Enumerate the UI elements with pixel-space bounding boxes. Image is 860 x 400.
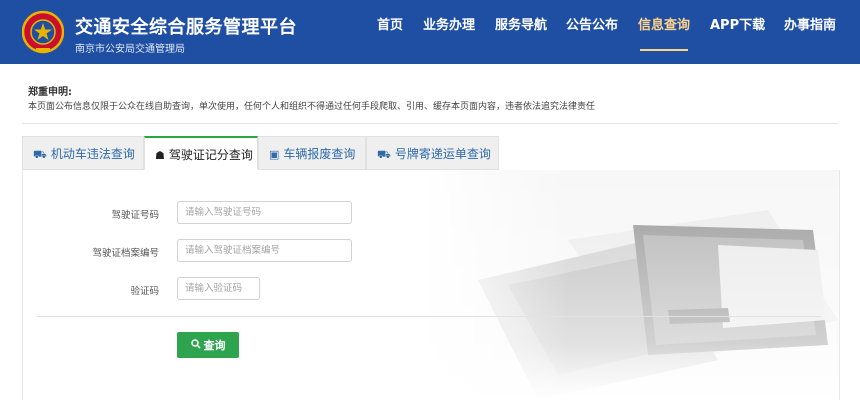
nav-app-download[interactable]: APP下载 [710, 0, 765, 64]
query-form-panel: 驾驶证号码 驾驶证档案编号 验证码 查询 [22, 170, 840, 400]
nav-announcements[interactable]: 公告公布 [566, 0, 618, 64]
tab-vehicle-violation[interactable]: ⛟ 机动车违法查询 [22, 136, 144, 170]
person-icon: ☗ [155, 149, 165, 162]
main-nav: 首页 业务办理 服务导航 公告公布 信息查询 APP下载 办事指南 [360, 0, 860, 64]
disclaimer-title: 郑重申明: [28, 87, 72, 98]
nav-info-query-label: 信息查询 [638, 18, 691, 33]
nav-active-indicator [640, 49, 689, 51]
nav-info-query[interactable]: 信息查询 [638, 0, 690, 64]
file-number-label: 驾驶证档案编号 [92, 248, 159, 259]
license-number-input[interactable] [177, 201, 352, 224]
tab-plate-delivery[interactable]: ⛟ 号牌寄递运单查询 [366, 136, 499, 170]
captcha-input[interactable] [177, 277, 260, 300]
query-tabs: ⛟ 机动车违法查询 ☗ 驾驶证记分查询 ▣ 车辆报废查询 ⛟ 号牌寄递运单查询 [22, 136, 840, 170]
license-number-label: 驾驶证号码 [111, 210, 159, 221]
nav-service-guide[interactable]: 服务导航 [495, 0, 547, 64]
nav-guide[interactable]: 办事指南 [784, 0, 836, 64]
section-divider [22, 123, 838, 124]
captcha-label: 验证码 [130, 286, 159, 297]
truck-icon: ⛟ [377, 148, 391, 161]
form-divider [37, 316, 821, 317]
tab-vehicle-scrap[interactable]: ▣ 车辆报废查询 [258, 136, 366, 170]
search-icon [190, 339, 201, 352]
disclaimer-text: 本页面公布信息仅限于公众在线自助查询，单次使用，任何个人和组织不得通过任何手段爬… [28, 102, 596, 112]
police-emblem-icon [22, 10, 64, 54]
tab-label: 车辆报废查询 [283, 147, 356, 161]
tab-license-points[interactable]: ☗ 驾驶证记分查询 [144, 136, 258, 170]
tab-label: 号牌寄递运单查询 [394, 147, 491, 161]
license-illustration [418, 170, 839, 400]
query-button[interactable]: 查询 [177, 332, 239, 358]
query-button-label: 查询 [203, 339, 226, 352]
tab-label: 驾驶证记分查询 [168, 148, 253, 162]
file-number-input[interactable] [177, 239, 352, 262]
tab-label: 机动车违法查询 [50, 147, 135, 161]
truck-icon: ⛟ [33, 148, 47, 161]
site-title: 交通安全综合服务管理平台 [75, 17, 297, 38]
site-subtitle: 南京市公安局交通管理局 [75, 44, 185, 55]
nav-business[interactable]: 业务办理 [423, 0, 475, 64]
nav-home[interactable]: 首页 [377, 0, 403, 64]
site-header: 交通安全综合服务管理平台 南京市公安局交通管理局 首页 业务办理 服务导航 公告… [0, 0, 860, 64]
trash-icon: ▣ [269, 148, 280, 161]
